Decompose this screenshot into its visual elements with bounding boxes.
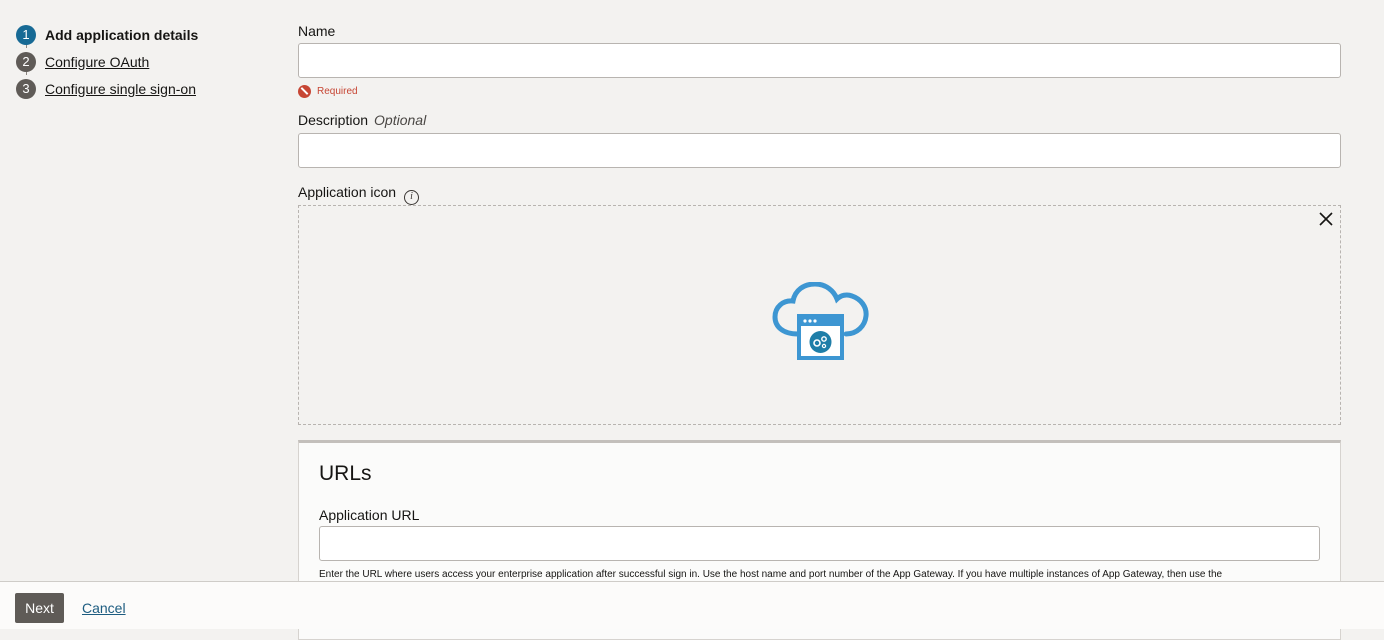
name-input[interactable] bbox=[298, 43, 1341, 78]
step-number: 1 bbox=[16, 24, 36, 45]
optional-tag: Optional bbox=[374, 112, 427, 128]
next-button[interactable]: Next bbox=[15, 593, 64, 623]
description-label-text: Description bbox=[298, 112, 369, 128]
wizard-footer: Next Cancel bbox=[0, 581, 1384, 629]
application-url-input[interactable] bbox=[319, 526, 1320, 561]
application-icon-label-text: Application icon bbox=[298, 184, 397, 200]
step-number: 2 bbox=[16, 51, 36, 72]
name-label-text: Name bbox=[298, 23, 336, 39]
description-label: Description Optional bbox=[298, 111, 1341, 129]
step-add-application-details: 1 Add application details bbox=[16, 21, 256, 48]
step-number: 3 bbox=[16, 78, 36, 99]
error-text: Required bbox=[317, 85, 358, 97]
cancel-link[interactable]: Cancel bbox=[82, 600, 126, 616]
name-error: Required bbox=[298, 84, 1341, 98]
application-url-label: Application URL bbox=[319, 507, 420, 523]
step-configure-oauth[interactable]: 2 Configure OAuth bbox=[16, 48, 256, 75]
step-configure-sso[interactable]: 3 Configure single sign-on bbox=[16, 75, 256, 102]
step-link-configure-oauth[interactable]: Configure OAuth bbox=[45, 54, 149, 70]
close-icon[interactable] bbox=[1318, 211, 1334, 227]
name-label: Name bbox=[298, 22, 1341, 40]
info-icon[interactable]: i bbox=[404, 189, 420, 205]
application-icon-label: Application icon i bbox=[298, 183, 1341, 205]
description-input[interactable] bbox=[298, 133, 1341, 168]
error-icon bbox=[298, 84, 311, 98]
application-url-help: Enter the URL where users access your en… bbox=[319, 569, 1223, 580]
application-icon-dropzone[interactable] bbox=[298, 205, 1341, 425]
step-link-configure-sso[interactable]: Configure single sign-on bbox=[45, 81, 196, 97]
cloud-app-gear-icon bbox=[772, 282, 869, 360]
step-navigator: 1 Add application details 2 Configure OA… bbox=[16, 21, 256, 102]
step-label: Add application details bbox=[45, 26, 199, 43]
urls-title: URLs bbox=[319, 462, 372, 485]
application-details-form: Name Required Description Optional Applic… bbox=[298, 22, 1341, 425]
